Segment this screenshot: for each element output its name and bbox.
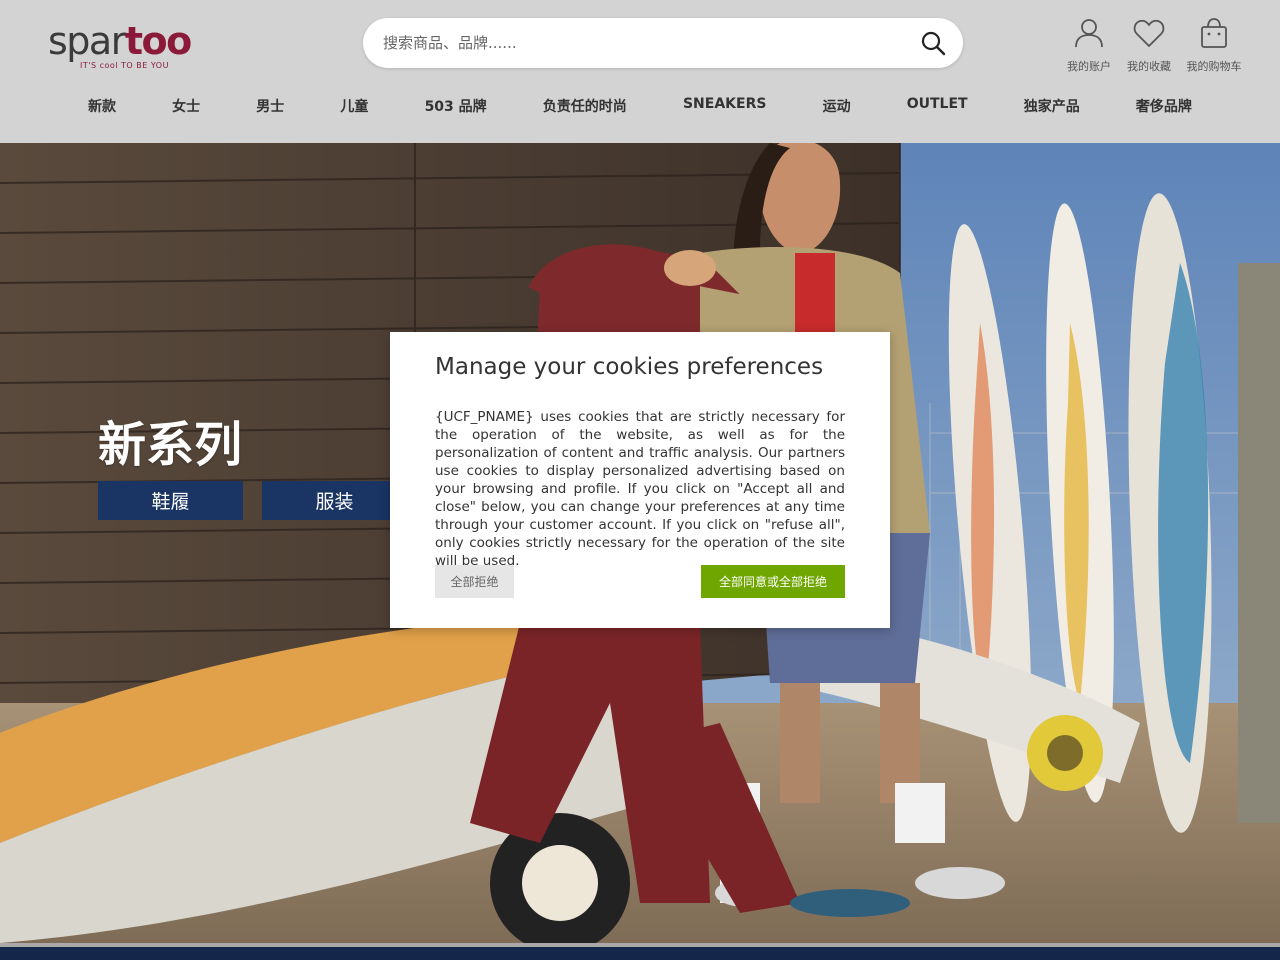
nav-item-new[interactable]: 新款 xyxy=(88,96,116,122)
cart-label: 我的购物车 xyxy=(1186,60,1242,73)
cart-link[interactable]: 我的购物车 xyxy=(1184,16,1244,74)
nav-item-women[interactable]: 女士 xyxy=(172,96,200,122)
nav-item-sport[interactable]: 运动 xyxy=(823,96,851,122)
user-icon xyxy=(1072,16,1106,54)
nav-item-luxury[interactable]: 奢侈品牌 xyxy=(1136,96,1192,122)
nav-item-exclusive[interactable]: 独家产品 xyxy=(1024,96,1080,122)
bottom-strip xyxy=(0,943,1280,960)
refuse-all-button[interactable]: 全部拒绝 xyxy=(435,565,514,598)
hero-button-shoes[interactable]: 鞋履 xyxy=(98,481,243,520)
hero-title: 新系列 xyxy=(98,417,243,473)
logo-wordmark: spartoo xyxy=(48,18,192,64)
nav-item-sneakers[interactable]: SNEAKERS xyxy=(683,96,766,122)
shopping-bag-icon xyxy=(1197,16,1231,54)
search-bar xyxy=(363,18,963,68)
favorites-label: 我的收藏 xyxy=(1127,60,1171,73)
cookie-dialog-title: Manage your cookies preferences xyxy=(435,354,824,380)
account-label: 我的账户 xyxy=(1067,60,1111,73)
spartoo-logo[interactable]: spartoo IT'S cool TO BE YOU xyxy=(48,18,218,74)
favorites-link[interactable]: 我的收藏 xyxy=(1124,16,1174,74)
accept-all-button[interactable]: 全部同意或全部拒绝 xyxy=(701,565,845,598)
bottom-strip-bar xyxy=(0,947,1280,960)
nav-item-kids[interactable]: 儿童 xyxy=(340,96,368,122)
logo-part-spar: spar xyxy=(48,19,126,63)
cookie-dialog-body: {UCF_PNAME} uses cookies that are strict… xyxy=(435,409,845,569)
user-menu: 我的账户 我的收藏 我的购物车 xyxy=(1064,16,1244,74)
nav-item-men[interactable]: 男士 xyxy=(256,96,284,122)
main-nav: 新款 女士 男士 儿童 503 品牌 负责任的时尚 SNEAKERS 运动 OU… xyxy=(60,96,1220,122)
nav-item-responsible-fashion[interactable]: 负责任的时尚 xyxy=(543,96,627,122)
nav-item-outlet[interactable]: OUTLET xyxy=(907,96,968,122)
search-icon[interactable] xyxy=(919,29,947,57)
logo-part-too: too xyxy=(124,19,192,63)
logo-tagline: IT'S cool TO BE YOU xyxy=(80,61,169,70)
nav-item-brands[interactable]: 503 品牌 xyxy=(425,96,487,122)
heart-icon xyxy=(1132,16,1166,54)
account-link[interactable]: 我的账户 xyxy=(1064,16,1114,74)
cookie-dialog: Manage your cookies preferences {UCF_PNA… xyxy=(390,332,890,628)
search-input[interactable] xyxy=(383,30,903,56)
site-header: spartoo IT'S cool TO BE YOU 我的账户 我的收藏 xyxy=(0,0,1280,143)
hero-button-clothing[interactable]: 服装 xyxy=(262,481,407,520)
